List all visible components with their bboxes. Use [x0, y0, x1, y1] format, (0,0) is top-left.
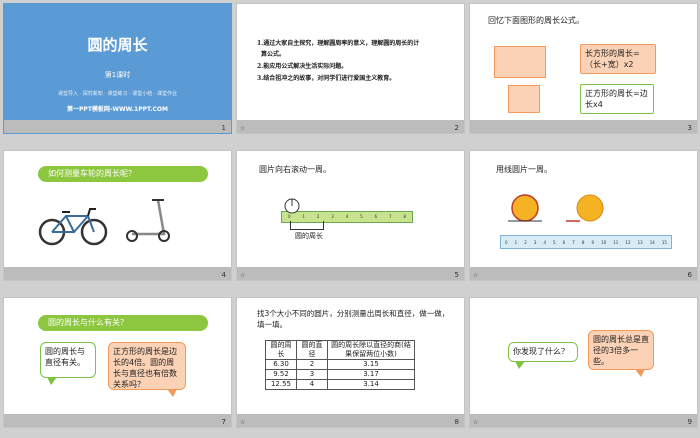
ruler-tick: 11: [613, 240, 619, 245]
ruler-tick: 6: [374, 214, 378, 219]
slide-thumbnail-5[interactable]: 圆片向右滚动一周。 0 1 2 3 4 5 6 7 8 圆的周长 ☆ 5: [236, 150, 465, 281]
table-row: 9.52 3 3.17: [265, 369, 415, 380]
ruler-tick: 7: [572, 240, 575, 245]
measurement-table: 圆的周长 圆的直径 圆的周长除以直径的商(结果保留两位小数) 6.30 2 3.…: [265, 340, 415, 390]
table-cell: 2: [296, 359, 328, 370]
ruler-tick: 1: [514, 240, 518, 245]
circumference-bracket: [290, 221, 324, 230]
rectangle-shape: [494, 46, 546, 78]
bicycle-image: [38, 208, 108, 246]
ruler-tick: 4: [543, 240, 546, 245]
ruler-tick: 2: [524, 240, 527, 245]
slide-thumbnail-1[interactable]: 圆的周长 第1课时 课堂导入 · 探究新知 · 课堂练习 · 课堂小结 · 课堂…: [3, 3, 232, 134]
slide-number: 1: [221, 124, 226, 132]
table-header: 圆的周长: [265, 340, 297, 360]
ruler-tick: 6: [562, 240, 566, 245]
slide-number: 4: [221, 271, 226, 279]
ruler-tick: 10: [601, 240, 607, 245]
slide-heading: 找3个大小不同的圆片，分别测量出周长和直径，做一做，填一填。: [257, 309, 450, 329]
ruler-tick: 15: [661, 240, 667, 245]
question-pill: 如何测量车轮的周长呢？: [38, 166, 208, 182]
ruler-tick: 3: [533, 240, 537, 245]
table-row: 12.55 4 3.14: [265, 379, 415, 390]
ruler-tick: 7: [388, 214, 392, 219]
ruler-tick: 4: [345, 214, 349, 219]
square-shape: [508, 85, 540, 113]
slide-thumbnail-9[interactable]: 你发现了什么？ 圆的周长总是直径的3倍多一些。 ☆ 9: [469, 297, 698, 428]
slide-thumbnail-2[interactable]: 1.通过大家自主探究，理解圆周率的意义，理解圆的周长的计 算公式。 2.能应用公…: [236, 3, 465, 134]
slide-thumbnail-8[interactable]: 找3个大小不同的圆片，分别测量出周长和直径，做一做，填一填。 圆的周长 圆的直径…: [236, 297, 465, 428]
star-icon[interactable]: ☆: [473, 272, 478, 279]
ruler-tick: 5: [553, 240, 556, 245]
slide-number: 3: [687, 124, 692, 132]
table-cell: 3.14: [327, 379, 415, 390]
rolling-circle-icon: [284, 198, 300, 214]
slide-number: 6: [687, 271, 692, 279]
ruler-tick: 13: [637, 240, 643, 245]
table-cell: 3: [296, 369, 328, 380]
scooter-image: [126, 199, 170, 242]
ruler: 0 1 2 3 4 5 6 7 8 9 10 11 12 13 14 15: [500, 235, 672, 249]
slide-thumbnail-7[interactable]: 圆的周长与什么有关？ 圆的周长与直径有关。 正方形的周长是边长的4倍。圆的周长与…: [3, 297, 232, 428]
goal-line: 算公式。: [261, 51, 286, 58]
table-cell: 12.55: [265, 379, 297, 390]
site-text: 第一PPT模板网-WWW.1PPT.COM: [67, 106, 168, 113]
ruler-tick: 2: [316, 214, 320, 219]
star-icon[interactable]: ☆: [240, 272, 245, 279]
slide-title: 圆的周长: [87, 36, 148, 54]
coin-icon: [566, 194, 604, 222]
table-cell: 6.30: [265, 359, 297, 370]
goal-line: 1.通过大家自主探究，理解圆周率的意义，理解圆的周长的计: [257, 40, 420, 47]
ruler-tick: 3: [331, 214, 334, 219]
slide-number: 2: [454, 124, 459, 132]
slide-number: 8: [454, 418, 459, 426]
slide-number: 5: [454, 271, 459, 279]
slide-thumbnail-6[interactable]: 用线圆片一周。 0 1 2 3 4 5 6 7 8 9 10 11 12 13 …: [469, 150, 698, 281]
star-icon[interactable]: ☆: [473, 419, 478, 426]
speech-bubble-left: 圆的周长与直径有关。: [40, 342, 96, 385]
slide-number: 9: [687, 418, 692, 426]
table-cell: 4: [296, 379, 328, 390]
slide-subtitle: 第1课时: [104, 71, 131, 79]
ruler-tick: 8: [403, 214, 406, 219]
square-formula: 正方形的周长=边长x4: [580, 84, 654, 114]
ruler-tick: 0: [505, 240, 508, 245]
table-cell: 3.17: [327, 369, 415, 380]
slide-nav: 课堂导入 · 探究新知 · 课堂练习 · 课堂小结 · 课堂作业: [57, 91, 178, 97]
speech-bubble-right: 正方形的周长是边长的4倍。圆的周长与直径也有倍数关系吗？: [108, 342, 186, 397]
star-icon[interactable]: ☆: [240, 419, 245, 426]
slide-heading: 回忆下面图形的周长公式。: [488, 16, 584, 25]
slide-heading: 圆片向右滚动一周。: [259, 165, 331, 174]
speech-bubble-right: 圆的周长总是直径的3倍多一些。: [588, 330, 654, 377]
circumference-label: 圆的周长: [295, 232, 323, 240]
table-header: 圆的直径: [296, 340, 328, 360]
ruler-tick: 5: [360, 214, 363, 219]
coin-with-string-icon: [508, 194, 542, 222]
table-header: 圆的周长除以直径的商(结果保留两位小数): [327, 340, 415, 360]
ruler-tick: 1: [302, 214, 305, 219]
ruler-tick: 9: [591, 240, 595, 245]
slide-heading: 用线圆片一周。: [496, 165, 552, 174]
ruler-tick: 8: [581, 240, 585, 245]
question-pill: 圆的周长与什么有关？: [38, 315, 208, 331]
table-cell: 3.15: [327, 359, 415, 370]
goal-line: 3.结合祖冲之的故事，对同学们进行爱国主义教育。: [257, 75, 396, 82]
goal-line: 2.能应用公式解决生活实际问题。: [257, 63, 348, 70]
rectangle-formula: 长方形的周长=（长+宽）x2: [580, 44, 656, 74]
slide-thumbnail-4[interactable]: 如何测量车轮的周长呢？ 4: [3, 150, 232, 281]
speech-bubble-left: 你发现了什么？: [508, 342, 578, 369]
ruler-tick: 12: [625, 240, 631, 245]
table-cell: 9.52: [265, 369, 297, 380]
ruler-tick: 14: [649, 240, 655, 245]
table-row: 6.30 2 3.15: [265, 359, 415, 370]
slide-thumbnail-3[interactable]: 回忆下面图形的周长公式。 长方形的周长=（长+宽）x2 正方形的周长=边长x4 …: [469, 3, 698, 134]
star-icon[interactable]: ☆: [240, 125, 245, 132]
slide-number: 7: [221, 418, 226, 426]
